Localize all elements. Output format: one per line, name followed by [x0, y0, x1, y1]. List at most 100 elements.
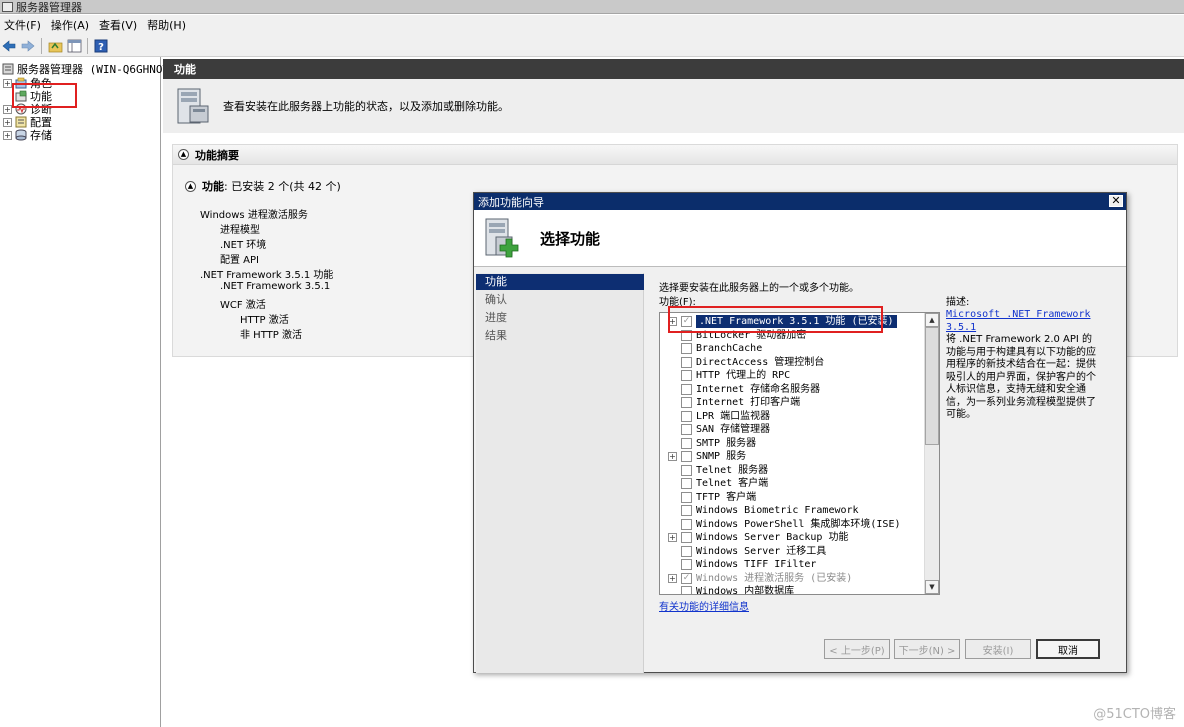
dialog-heading: 选择功能	[540, 229, 601, 248]
feature-checkbox[interactable]: ✓	[681, 572, 692, 584]
installed-feature: WCF 激活	[220, 300, 266, 311]
feature-checkbox[interactable]	[681, 545, 692, 557]
feature-row[interactable]: Windows 内部数据库	[660, 585, 925, 594]
feature-label: Windows Biometric Framework	[696, 505, 859, 516]
feature-checkbox[interactable]	[681, 586, 692, 594]
feature-label: Internet 打印客户端	[696, 397, 801, 408]
feature-row[interactable]: Windows TIFF IFilter	[660, 558, 925, 571]
svg-text:?: ?	[98, 42, 104, 53]
feature-row[interactable]: Telnet 客户端	[660, 477, 925, 490]
previous-button[interactable]: < 上一步(P)	[824, 639, 890, 659]
feature-row[interactable]: Windows PowerShell 集成脚本环境(ISE)	[660, 518, 925, 531]
scroll-down-icon[interactable]: ▼	[925, 580, 939, 594]
feature-checkbox[interactable]	[681, 505, 692, 516]
installed-feature: .NET 环境	[220, 240, 267, 251]
add-features-icon	[485, 218, 519, 258]
feature-row[interactable]: Windows Server 迁移工具	[660, 545, 925, 558]
feature-label: Windows Server Backup 功能	[696, 532, 849, 543]
step-confirm[interactable]: 确认	[476, 292, 644, 308]
feature-row[interactable]: TFTP 客户端	[660, 491, 925, 504]
expand-icon[interactable]: +	[3, 104, 12, 114]
menu-help[interactable]: 帮助(H)	[143, 17, 192, 33]
feature-row[interactable]: SAN 存储管理器	[660, 423, 925, 436]
navigation-tree: 服务器管理器 (WIN-Q6GHNOTL8H + 角色 功能 + 诊断 + 配置…	[0, 57, 189, 727]
feature-row[interactable]: Internet 打印客户端	[660, 396, 925, 409]
more-about-features-link[interactable]: 有关功能的详细信息	[659, 598, 749, 613]
wizard-steps: 功能 确认 进度 结果	[476, 273, 644, 673]
pane-header: 功能	[163, 59, 1184, 79]
scroll-up-icon[interactable]: ▲	[925, 313, 939, 327]
dialog-title: 添加功能向导	[478, 195, 544, 209]
feature-checkbox[interactable]	[681, 397, 692, 408]
back-icon[interactable]	[1, 38, 17, 54]
close-button[interactable]: ✕	[1109, 195, 1123, 207]
step-progress[interactable]: 进度	[476, 310, 644, 326]
feature-checkbox[interactable]	[681, 356, 692, 368]
collapse-icon[interactable]: ▲	[178, 149, 189, 160]
step-results[interactable]: 结果	[476, 328, 644, 344]
features-label: 功能	[202, 180, 224, 193]
feature-checkbox[interactable]	[681, 491, 692, 503]
feature-checkbox[interactable]	[681, 518, 692, 530]
menu-action[interactable]: 操作(A)	[47, 17, 95, 33]
description-label: 描述:	[946, 297, 970, 308]
help-icon[interactable]: ?	[93, 38, 109, 54]
feature-row[interactable]: + ✓ Windows 进程激活服务 (已安装)	[660, 572, 925, 585]
toolbar-separator	[41, 37, 42, 54]
summary-header[interactable]: ▲ 功能摘要	[173, 145, 1177, 165]
collapse-icon[interactable]: ▲	[185, 180, 196, 192]
feature-checkbox[interactable]	[681, 532, 692, 543]
feature-row[interactable]: Internet 存储命名服务器	[660, 383, 925, 396]
expand-icon[interactable]: +	[668, 533, 677, 542]
feature-label: TFTP 客户端	[696, 491, 757, 503]
feature-checkbox[interactable]	[681, 343, 692, 354]
install-button[interactable]: 安装(I)	[965, 639, 1031, 659]
features-status-line: ▲ 功能 : 已安装 2 个(共 42 个)	[185, 178, 341, 194]
feature-row[interactable]: LPR 端口监视器	[660, 410, 925, 423]
feature-row[interactable]: BranchCache	[660, 342, 925, 355]
scroll-thumb[interactable]	[925, 327, 939, 445]
feature-row[interactable]: DirectAccess 管理控制台	[660, 356, 925, 369]
step-features[interactable]: 功能	[476, 274, 644, 290]
menu-view[interactable]: 查看(V)	[95, 17, 143, 33]
features-list: + ✓ .NET Framework 3.5.1 功能 (已安装) BitLoc…	[659, 312, 940, 595]
feature-checkbox[interactable]	[681, 464, 692, 476]
feature-checkbox[interactable]	[681, 383, 692, 395]
server-manager-icon	[2, 1, 13, 12]
feature-checkbox[interactable]	[681, 437, 692, 449]
forward-icon[interactable]	[20, 38, 36, 54]
feature-checkbox[interactable]	[681, 370, 692, 381]
highlight-box	[668, 306, 883, 333]
feature-checkbox[interactable]	[681, 451, 692, 462]
next-button[interactable]: 下一步(N) >	[894, 639, 960, 659]
cancel-button[interactable]: 取消	[1036, 639, 1100, 659]
installed-feature: 非 HTTP 激活	[240, 330, 302, 341]
feature-row[interactable]: SMTP 服务器	[660, 437, 925, 450]
feature-checkbox[interactable]	[681, 559, 692, 570]
tree-item-storage[interactable]: + 存储	[3, 127, 52, 143]
menu-file[interactable]: 文件(F)	[0, 17, 47, 33]
show-hide-tree-icon[interactable]	[66, 38, 82, 54]
description-link[interactable]: Microsoft .NET Framework 3.5.1	[946, 309, 1091, 333]
feature-checkbox[interactable]	[681, 424, 692, 435]
features-scrollbar[interactable]: ▲ ▼	[924, 313, 939, 594]
expand-icon[interactable]: +	[668, 573, 677, 583]
feature-row[interactable]: Windows Biometric Framework	[660, 504, 925, 517]
feature-row[interactable]: HTTP 代理上的 RPC	[660, 369, 925, 382]
up-folder-icon[interactable]	[47, 38, 63, 54]
expand-icon[interactable]: +	[3, 117, 12, 127]
feature-checkbox[interactable]	[681, 410, 692, 422]
installed-feature: 进程模型	[220, 225, 260, 236]
menu-bar: 文件(F) 操作(A) 查看(V) 帮助(H)	[0, 15, 1184, 35]
feature-row[interactable]: + SNMP 服务	[660, 450, 925, 463]
installed-feature: HTTP 激活	[240, 315, 289, 326]
feature-label: LPR 端口监视器	[696, 410, 771, 422]
feature-checkbox[interactable]	[681, 478, 692, 489]
expand-icon[interactable]: +	[3, 78, 12, 88]
expand-icon[interactable]: +	[3, 130, 12, 140]
expand-icon[interactable]: +	[668, 452, 677, 461]
feature-row[interactable]: + Windows Server Backup 功能	[660, 531, 925, 544]
feature-row[interactable]: Telnet 服务器	[660, 464, 925, 477]
feature-label: Telnet 客户端	[696, 478, 769, 489]
pane-description: 查看安装在此服务器上功能的状态，以及添加或删除功能。	[223, 100, 509, 113]
